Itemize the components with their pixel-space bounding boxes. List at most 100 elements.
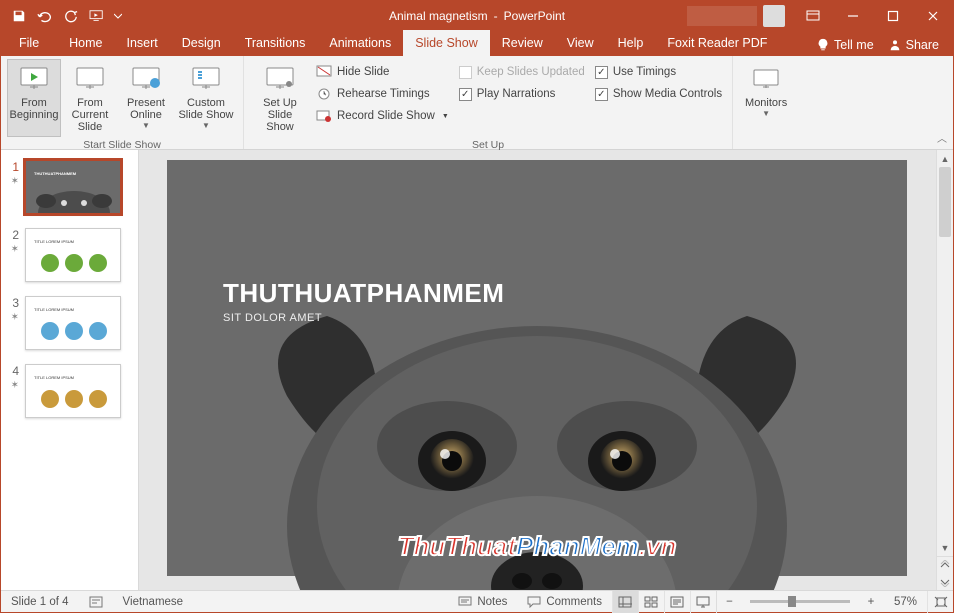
comments-icon <box>527 596 541 608</box>
tab-insert[interactable]: Insert <box>115 30 170 56</box>
scroll-down-button[interactable]: ▼ <box>937 539 953 556</box>
zoom-level[interactable]: 57% <box>884 596 927 608</box>
zoom-in-button[interactable]: + <box>858 591 884 613</box>
chevron-down-icon: ▼ <box>202 122 210 131</box>
present-online-button[interactable]: Present Online ▼ <box>119 59 173 137</box>
use-timings-checkbox[interactable]: ✓Use Timings <box>595 62 722 82</box>
reading-view-button[interactable] <box>664 591 690 613</box>
zoom-out-button[interactable]: − <box>716 591 742 613</box>
tell-me-button[interactable]: Tell me <box>816 38 874 52</box>
keep-slides-updated-checkbox[interactable]: Keep Slides Updated <box>459 62 585 82</box>
svg-text:TITLE LOREM IPSUM: TITLE LOREM IPSUM <box>34 307 74 312</box>
prev-slide-button[interactable] <box>937 556 953 573</box>
minimize-button[interactable] <box>833 1 873 30</box>
slide-thumbnails-panel: 1✶ THUTHUATPHANMEM 2✶ TITLE LOREM IPSUM … <box>1 150 139 590</box>
checkbox-checked-icon: ✓ <box>595 88 608 101</box>
chevron-down-icon: ▼ <box>762 110 770 119</box>
slide-title[interactable]: THUTHUATPHANMEM <box>223 278 504 309</box>
quick-access-toolbar <box>1 4 125 28</box>
ribbon-tabs: File Home Insert Design Transitions Anim… <box>1 30 953 56</box>
zoom-slider[interactable] <box>750 600 850 603</box>
notes-icon <box>458 596 472 608</box>
svg-text:TITLE LOREM IPSUM: TITLE LOREM IPSUM <box>34 375 74 380</box>
monitors-button[interactable]: Monitors ▼ <box>739 59 793 145</box>
checkbox-checked-icon: ✓ <box>595 66 608 79</box>
slide-sorter-view-button[interactable] <box>638 591 664 613</box>
ribbon: From Beginning From Current Slide Presen… <box>1 56 953 150</box>
tab-view[interactable]: View <box>555 30 606 56</box>
share-button[interactable]: Share <box>888 38 939 52</box>
start-from-beginning-qat[interactable] <box>85 4 109 28</box>
checkbox-icon <box>459 66 472 79</box>
app-name: PowerPoint <box>504 9 565 23</box>
account-avatar[interactable] <box>763 5 785 27</box>
maximize-button[interactable] <box>873 1 913 30</box>
tab-design[interactable]: Design <box>170 30 233 56</box>
next-slide-button[interactable] <box>937 573 953 590</box>
chevron-down-icon: ▼ <box>142 122 150 131</box>
close-button[interactable] <box>913 1 953 30</box>
from-current-slide-button[interactable]: From Current Slide <box>63 59 117 137</box>
tab-slide-show[interactable]: Slide Show <box>403 30 490 56</box>
animation-star-icon: ✶ <box>11 312 19 323</box>
hide-slide-icon <box>316 65 332 79</box>
watermark: ThuThuatPhanMem.vn <box>398 531 677 562</box>
tab-transitions[interactable]: Transitions <box>233 30 318 56</box>
scroll-thumb[interactable] <box>939 167 951 237</box>
tab-home[interactable]: Home <box>57 30 114 56</box>
show-media-controls-checkbox[interactable]: ✓Show Media Controls <box>595 84 722 104</box>
zoom-slider-knob[interactable] <box>788 596 796 607</box>
ribbon-display-options[interactable] <box>793 1 833 30</box>
tab-review[interactable]: Review <box>490 30 555 56</box>
slide-subtitle[interactable]: SIT DOLOR AMET <box>223 312 322 324</box>
monitor-icon <box>750 63 782 95</box>
qat-customize[interactable] <box>111 4 125 28</box>
thumbnail-4[interactable]: 4✶ TITLE LOREM IPSUM <box>7 364 132 418</box>
thumbnail-2[interactable]: 2✶ TITLE LOREM IPSUM <box>7 228 132 282</box>
spell-check-button[interactable] <box>79 596 113 608</box>
normal-view-button[interactable] <box>612 591 638 613</box>
tab-foxit[interactable]: Foxit Reader PDF <box>655 30 779 56</box>
thumbnail-1[interactable]: 1✶ THUTHUATPHANMEM <box>7 160 132 214</box>
collapse-ribbon-button[interactable]: ︿ <box>937 130 947 145</box>
notes-button[interactable]: Notes <box>448 596 517 608</box>
slide-canvas[interactable]: THUTHUATPHANMEM SIT DOLOR AMET ThuThuatP… <box>167 160 907 576</box>
tab-animations[interactable]: Animations <box>317 30 403 56</box>
hide-slide-button[interactable]: Hide Slide <box>316 62 449 82</box>
tab-file[interactable]: File <box>1 30 57 56</box>
undo-button[interactable] <box>33 4 57 28</box>
slideshow-view-button[interactable] <box>690 591 716 613</box>
svg-text:THUTHUATPHANMEM: THUTHUATPHANMEM <box>34 171 77 176</box>
scroll-up-button[interactable]: ▲ <box>937 150 953 167</box>
redo-button[interactable] <box>59 4 83 28</box>
checkbox-checked-icon: ✓ <box>459 88 472 101</box>
slide-indicator[interactable]: Slide 1 of 4 <box>1 596 79 608</box>
status-bar: Slide 1 of 4 Vietnamese Notes Comments −… <box>1 590 953 612</box>
play-narrations-checkbox[interactable]: ✓Play Narrations <box>459 84 585 104</box>
presentation-globe-icon <box>130 63 162 95</box>
presentation-gear-icon <box>264 63 296 95</box>
chevron-down-icon: ▼ <box>442 113 449 120</box>
scroll-track[interactable] <box>937 167 953 539</box>
account-name[interactable] <box>687 6 757 26</box>
from-beginning-button[interactable]: From Beginning <box>7 59 61 137</box>
title-bar: Animal magnetism - PowerPoint <box>1 1 953 30</box>
custom-slide-show-button[interactable]: Custom Slide Show ▼ <box>175 59 237 137</box>
set-up-slide-show-button[interactable]: Set Up Slide Show <box>250 59 310 137</box>
save-button[interactable] <box>7 4 31 28</box>
presentation-list-icon <box>190 63 222 95</box>
share-icon <box>888 38 902 52</box>
presentation-icon <box>74 63 106 95</box>
clock-icon <box>316 87 332 101</box>
group-monitors: Monitors ▼ <box>733 56 799 149</box>
vertical-scrollbar[interactable]: ▲ ▼ <box>936 150 953 590</box>
fit-to-window-button[interactable] <box>927 591 953 613</box>
language-indicator[interactable]: Vietnamese <box>113 596 194 608</box>
workspace: 1✶ THUTHUATPHANMEM 2✶ TITLE LOREM IPSUM … <box>1 150 953 590</box>
rehearse-timings-button[interactable]: Rehearse Timings <box>316 84 449 104</box>
comments-button[interactable]: Comments <box>517 596 612 608</box>
thumbnail-3[interactable]: 3✶ TITLE LOREM IPSUM <box>7 296 132 350</box>
record-slide-show-button[interactable]: Record Slide Show ▼ <box>316 106 449 126</box>
animation-star-icon: ✶ <box>11 380 19 391</box>
tab-help[interactable]: Help <box>606 30 656 56</box>
